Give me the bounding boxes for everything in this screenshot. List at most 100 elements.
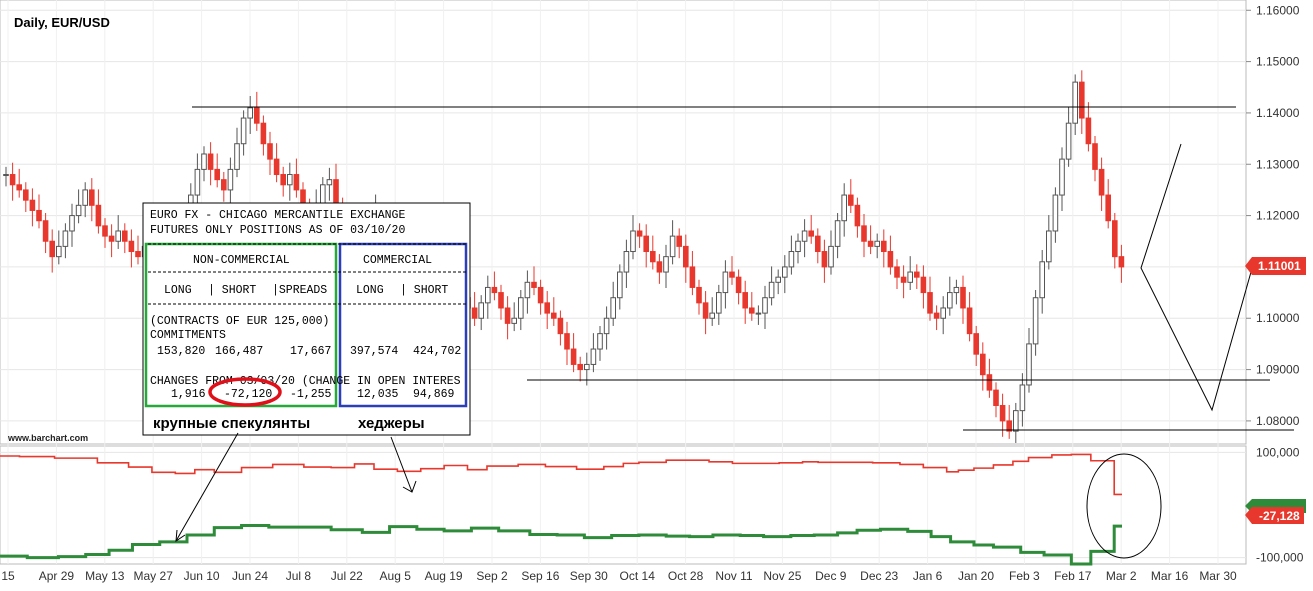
candle-body: [504, 307, 511, 324]
candle-body: [89, 189, 95, 206]
candle-body: [214, 168, 220, 181]
candle-body: [293, 174, 300, 191]
candle-body: [867, 240, 874, 247]
candle-body: [881, 240, 887, 253]
candle-body: [1026, 343, 1032, 386]
candle-body: [815, 235, 821, 253]
x-tick-label: May 13: [85, 569, 125, 583]
annotation-arrows: [175, 432, 1162, 559]
col-long-commercial: LONG: [356, 284, 384, 297]
y-tick-label: 1.08000: [1256, 414, 1300, 428]
candle-body: [848, 194, 854, 206]
candle-body: [735, 276, 742, 294]
candle-body: [597, 333, 603, 350]
candle-body: [221, 179, 227, 191]
y-tick-label: 1.15000: [1256, 55, 1300, 69]
chart-title: Daily, EUR/USD: [14, 15, 110, 30]
col-short: | SHORT: [208, 284, 256, 297]
cot-y-tick-label: -100,000: [1256, 551, 1304, 565]
candle-body: [993, 389, 999, 407]
last-price-label: 1.11001: [1258, 259, 1301, 273]
candle-body: [135, 251, 141, 258]
x-tick-label: Apr 29: [39, 569, 75, 583]
candle-body: [29, 199, 36, 211]
candle-body: [808, 230, 815, 237]
candle-body: [729, 271, 735, 278]
x-tick-label: Oct 28: [668, 569, 704, 583]
commit-spreads: 17,667: [290, 345, 331, 358]
x-tick-label: Feb 3: [1009, 569, 1040, 583]
candle-body: [788, 251, 795, 268]
y-tick-label: 1.09000: [1256, 363, 1300, 377]
candle-body: [537, 286, 544, 304]
candle-body: [471, 307, 478, 319]
candle-body: [267, 143, 273, 160]
col-spreads: |SPREADS: [272, 284, 327, 297]
table-line-2: FUTURES ONLY POSITIONS AS OF 03/10/20: [150, 224, 405, 237]
candle-body: [273, 158, 280, 176]
x-tick-label: Jan 20: [958, 569, 994, 583]
candle-body: [287, 174, 293, 186]
candle-body: [1072, 81, 1079, 124]
candle-body: [75, 204, 82, 217]
candle-body: [551, 312, 557, 319]
candle-body: [234, 143, 240, 170]
candle-body: [1079, 81, 1085, 119]
candle-body: [696, 286, 702, 304]
candle-body: [933, 312, 940, 319]
candle-body: [1098, 168, 1105, 196]
candle-body: [95, 204, 102, 227]
candle-body: [1032, 297, 1039, 345]
candle-body: [1059, 158, 1065, 196]
candle-body: [326, 179, 333, 186]
x-tick-label: Mar 16: [1151, 569, 1189, 583]
candle-body: [1112, 220, 1118, 258]
candle-body: [623, 251, 630, 273]
candle-body: [102, 225, 108, 237]
col-long: LONG: [164, 284, 192, 297]
candle-body: [1085, 117, 1092, 145]
candle-body: [749, 307, 755, 314]
candle-body: [643, 235, 650, 253]
candle-body: [1019, 384, 1026, 412]
y-tick-label: 1.16000: [1256, 3, 1300, 17]
y-tick-label: 1.12000: [1256, 209, 1300, 223]
candle-body: [650, 251, 656, 263]
candle-body: [122, 230, 128, 242]
candle-body: [491, 286, 498, 294]
candle-body: [986, 374, 993, 391]
label-hedgers: хеджеры: [358, 415, 425, 432]
candle-body: [709, 312, 716, 319]
candle-body: [920, 276, 927, 294]
arrow-hedgers: [390, 436, 413, 493]
candle-body: [498, 292, 504, 309]
candle-body: [907, 271, 914, 283]
changes-line: CHANGES FROM 03/03/20 (CHANGE IN OPEN IN…: [150, 375, 461, 388]
table-line-1: EURO FX - CHICAGO MERCANTILE EXCHANGE: [150, 209, 405, 222]
candle-body: [227, 168, 234, 191]
contracts-line: (CONTRACTS OF EUR 125,000): [150, 315, 329, 328]
cot-y-tick-label: 100,000: [1256, 445, 1300, 459]
x-tick-label: Dec 9: [815, 569, 847, 583]
x-tick-label: Sep 16: [521, 569, 559, 583]
candle-body: [742, 292, 749, 309]
candle-body: [953, 286, 960, 294]
cot-line-commercial: [0, 453, 1122, 496]
candle-body: [1046, 230, 1052, 263]
candle-body: [999, 405, 1006, 422]
candle-body: [557, 317, 564, 335]
candle-body: [1052, 194, 1059, 232]
candle-body: [1039, 261, 1046, 299]
candle-body: [834, 220, 841, 247]
candle-body: [201, 153, 207, 170]
candle-body: [524, 281, 531, 299]
x-tick-label: Jul 8: [286, 569, 312, 583]
candle-body: [1092, 143, 1098, 170]
candle-body: [603, 317, 610, 335]
cot-value-tag: -27,128: [1245, 499, 1306, 524]
candle-body: [854, 204, 861, 227]
candle-body: [828, 245, 834, 268]
commercial-header: COMMERCIAL: [363, 254, 432, 267]
candle-body: [702, 302, 709, 319]
candle-body: [874, 240, 881, 247]
